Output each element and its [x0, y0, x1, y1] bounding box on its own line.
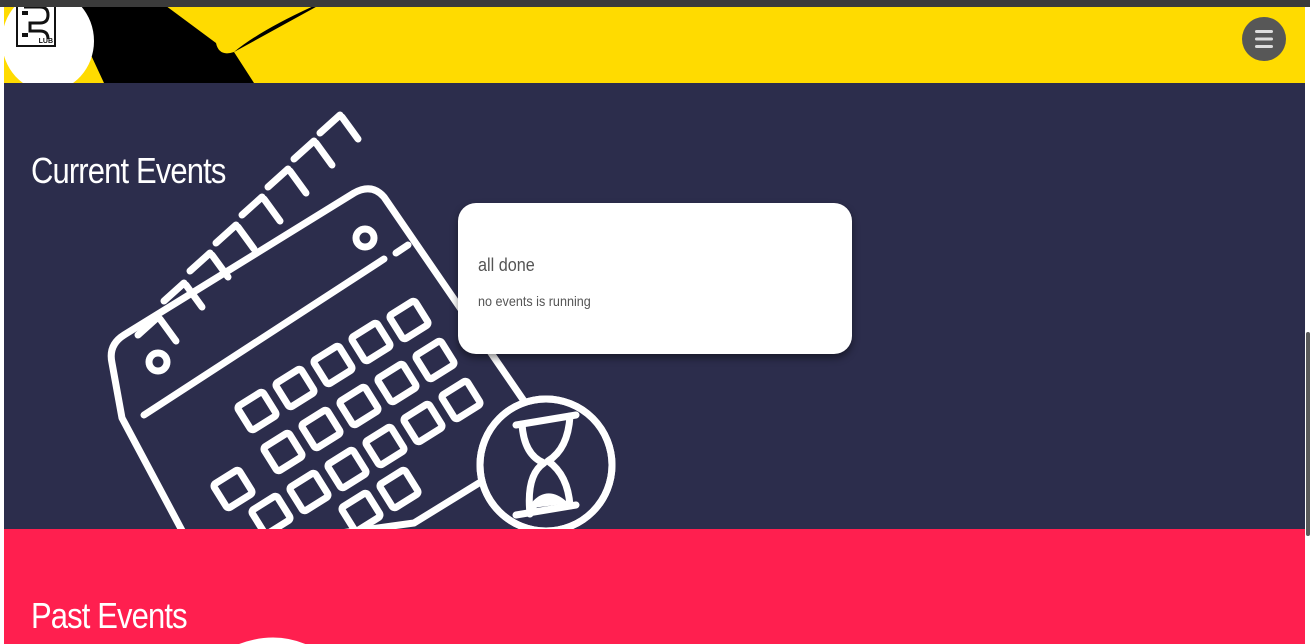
past-events-section: Past Events: [4, 529, 1305, 644]
scrollbar-thumb[interactable]: [1306, 332, 1310, 536]
past-events-illustration-peek: [239, 637, 306, 644]
card-title: all done: [478, 255, 535, 275]
current-events-section: Current Events all done no events is run…: [4, 83, 1305, 529]
browser-top-edge: [0, 0, 1310, 7]
past-events-heading: Past Events: [31, 595, 188, 636]
event-status-card: all done no events is running: [458, 203, 852, 354]
logo-icon: LUB: [16, 7, 56, 47]
card-message: no events is running: [478, 293, 591, 309]
logo-text: LUB: [38, 38, 53, 45]
header-decoration: [68, 7, 316, 83]
site-header: LUB: [4, 7, 1305, 83]
scrollbar-track[interactable]: [1305, 7, 1310, 644]
current-events-heading: Current Events: [31, 150, 226, 191]
hamburger-menu-icon: [1255, 30, 1273, 48]
page: LUB Current Events all done no events is…: [4, 7, 1305, 644]
menu-button[interactable]: [1242, 17, 1286, 61]
logo-badge[interactable]: LUB: [4, 7, 94, 83]
